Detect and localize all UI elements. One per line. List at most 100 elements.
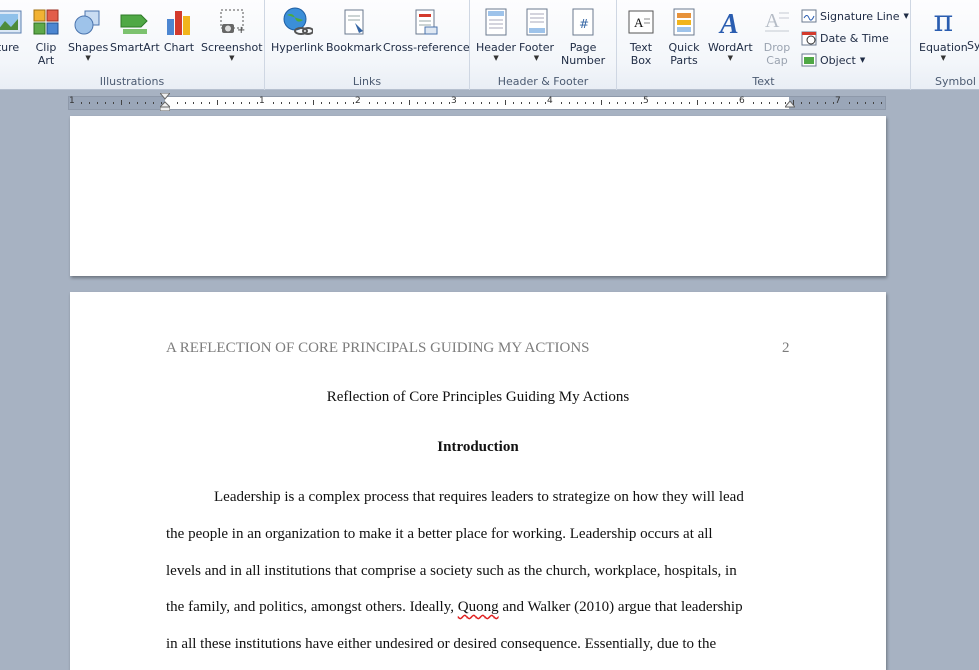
signature-line-icon <box>801 9 817 23</box>
ruler-tick <box>145 102 146 104</box>
ruler-tick <box>625 102 626 104</box>
symbols-group: π Equation ▼ Sy Symbol <box>911 0 979 90</box>
screenshot-label: Screenshot <box>201 41 263 54</box>
shapes-dropdown-icon[interactable]: ▼ <box>85 54 90 62</box>
equation-dropdown-icon[interactable]: ▼ <box>941 54 946 62</box>
clip-art-button[interactable]: Clip Art <box>30 6 62 67</box>
ruler-tick <box>441 102 442 104</box>
smartart-button[interactable]: SmartArt <box>110 6 160 54</box>
smartart-label: SmartArt <box>110 41 160 54</box>
cross-reference-button[interactable]: Cross-reference <box>383 6 470 54</box>
quick-parts-button[interactable]: Quick Parts <box>668 6 700 67</box>
shapes-label: Shapes <box>68 41 109 54</box>
ruler-tick <box>217 100 218 105</box>
shapes-icon <box>72 6 104 38</box>
header-icon <box>480 6 512 38</box>
ruler-tick <box>313 100 314 105</box>
ruler-number: 5 <box>643 96 649 106</box>
calendar-icon <box>801 31 817 46</box>
symbol-label: Sy <box>967 39 979 52</box>
ruler-tick <box>585 102 586 104</box>
wordart-button[interactable]: A WordArt ▼ <box>708 6 753 62</box>
symbol-button[interactable]: Sy <box>967 39 979 52</box>
ruler-tick <box>601 100 602 105</box>
ruler-number: 2 <box>355 96 361 106</box>
wordart-dropdown-icon[interactable]: ▼ <box>728 54 733 62</box>
bookmark-button[interactable]: Bookmark <box>326 6 382 54</box>
ruler-tick <box>665 102 666 104</box>
drop-cap-button: A Drop Cap <box>761 6 793 67</box>
links-group-label: Links <box>352 75 382 88</box>
ruler-tick <box>409 100 410 105</box>
ruler-tick <box>721 102 722 104</box>
body-line: levels and in all institutions that comp… <box>166 563 737 579</box>
document-title: Reflection of Core Principles Guiding My… <box>326 389 630 405</box>
header-button[interactable]: Header ▼ <box>476 6 516 62</box>
document-page-2[interactable]: A REFLECTION OF CORE PRINCIPALS GUIDING … <box>70 292 886 670</box>
chart-button[interactable]: Chart <box>163 6 195 54</box>
ruler-tick <box>153 102 154 104</box>
ruler-tick <box>465 102 466 104</box>
body-line-start: the family, and politics, amongst others… <box>166 599 458 615</box>
ruler-tick <box>425 102 426 104</box>
page-number-button[interactable]: # Page Number <box>561 6 605 67</box>
screenshot-button[interactable]: + Screenshot ▼ <box>201 6 263 62</box>
equation-label: Equation <box>919 41 968 54</box>
header-dropdown-icon[interactable]: ▼ <box>493 54 498 62</box>
ruler-number: 6 <box>739 96 745 106</box>
picture-button[interactable]: ture <box>0 6 24 54</box>
ruler-tick <box>233 102 234 104</box>
ribbon: ture Clip Art Shapes ▼ SmartArt <box>0 0 979 90</box>
ruler-number: 4 <box>547 96 553 106</box>
ruler-tick <box>545 102 546 104</box>
ruler-tick <box>865 102 866 104</box>
chart-icon <box>163 6 195 38</box>
horizontal-ruler[interactable]: 1 1 2 3 4 5 6 7 <box>68 93 886 111</box>
object-button[interactable]: Object ▼ <box>801 52 865 68</box>
ruler-left-margin <box>69 97 165 109</box>
ruler-tick <box>489 102 490 104</box>
ruler-tick <box>281 102 282 104</box>
ruler-tick <box>713 102 714 104</box>
ruler-tick <box>201 102 202 104</box>
body-line: Leadership is a complex process that req… <box>214 489 744 505</box>
document-page-1[interactable] <box>70 116 886 276</box>
ruler-tick <box>513 102 514 104</box>
quick-parts-label-1: Quick <box>668 41 700 54</box>
signature-line-button[interactable]: Signature Line ▼ <box>801 8 909 24</box>
date-time-button[interactable]: Date & Time <box>801 30 889 46</box>
ruler-tick <box>289 102 290 104</box>
signature-line-dropdown-icon[interactable]: ▼ <box>904 12 909 20</box>
ruler-number: 7 <box>835 96 841 106</box>
ruler-tick <box>737 102 738 104</box>
text-box-button[interactable]: A Text Box <box>625 6 657 67</box>
illustrations-group-label: Illustrations <box>99 75 165 88</box>
ruler-tick <box>473 102 474 104</box>
clip-art-label-1: Clip <box>35 41 57 54</box>
links-group: Hyperlink Bookmark Cross-reference Links <box>265 0 470 90</box>
ruler-tick <box>249 102 250 104</box>
cross-reference-label: Cross-reference <box>383 41 470 54</box>
equation-button[interactable]: π Equation ▼ <box>919 6 968 63</box>
ruler-tick <box>329 102 330 104</box>
screenshot-dropdown-icon[interactable]: ▼ <box>229 54 234 62</box>
shapes-button[interactable]: Shapes ▼ <box>68 6 108 62</box>
ruler-tick <box>881 102 882 104</box>
footer-dropdown-icon[interactable]: ▼ <box>534 54 539 62</box>
date-time-label: Date & Time <box>820 31 889 45</box>
object-label: Object <box>820 53 856 67</box>
ruler-tick <box>777 102 778 104</box>
ruler-tick <box>161 102 162 104</box>
ruler-tick <box>857 102 858 104</box>
object-dropdown-icon[interactable]: ▼ <box>860 56 865 64</box>
object-icon <box>801 53 817 67</box>
ruler-tick <box>633 102 634 104</box>
misspelled-word[interactable]: Quong <box>458 599 499 615</box>
ruler-tick <box>593 102 594 104</box>
hyperlink-button[interactable]: Hyperlink <box>271 6 324 54</box>
svg-text:+: + <box>237 25 245 36</box>
footer-button[interactable]: Footer ▼ <box>519 6 554 62</box>
ruler-tick <box>529 102 530 104</box>
footer-icon <box>521 6 553 38</box>
ruler-tick <box>849 102 850 104</box>
